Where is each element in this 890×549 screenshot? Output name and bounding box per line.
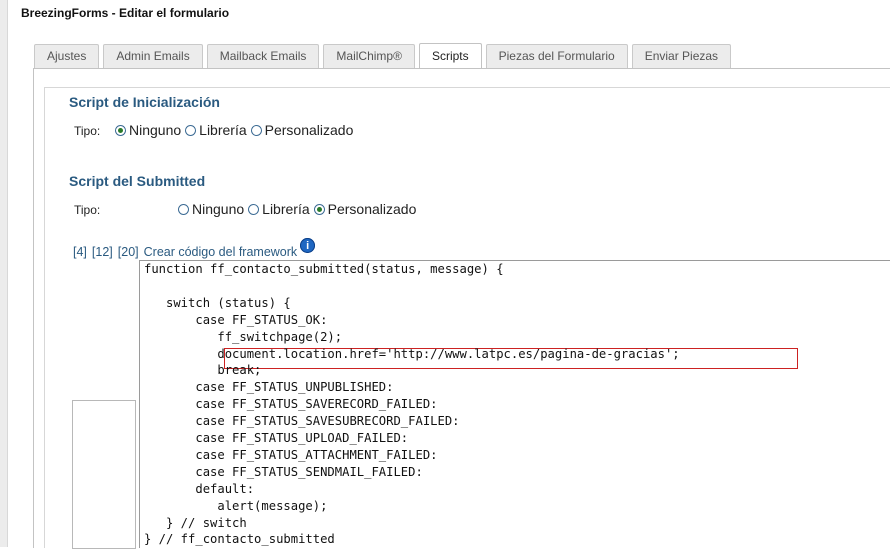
framework-link-20[interactable]: [20]	[118, 245, 139, 259]
submitted-script-title: Script del Submitted	[69, 173, 206, 189]
code-line: case FF_STATUS_SAVESUBRECORD_FAILED:	[144, 414, 460, 429]
init-option-label: Librería	[199, 122, 247, 138]
tab-admin-emails[interactable]: Admin Emails	[103, 44, 203, 68]
submitted-option-ninguno[interactable]: Ninguno	[178, 201, 244, 217]
code-line: case FF_STATUS_UPLOAD_FAILED:	[144, 431, 409, 445]
code-line: case FF_STATUS_SENDMAIL_FAILED:	[144, 464, 423, 479]
submitted-type-label: Tipo:	[74, 203, 101, 217]
tab-enviar-piezas[interactable]: Enviar Piezas	[631, 44, 732, 68]
code-line: function ff_contacto_submitted(status, m…	[144, 262, 504, 276]
init-option-ninguno[interactable]: Ninguno	[115, 122, 181, 138]
code-line: case FF_STATUS_SAVERECORD_FAILED:	[144, 397, 438, 412]
code-line: ff_switchpage(2);	[144, 329, 343, 344]
code-line: } // ff_contacto_submitted	[144, 532, 335, 547]
code-line: default:	[144, 481, 255, 496]
code-line: switch (status) {	[144, 295, 291, 310]
framework-links: [4] [12] [20] Crear código del framework…	[73, 238, 316, 259]
tab-ajustes[interactable]: Ajustes	[34, 44, 100, 68]
init-option-label: Ninguno	[129, 122, 182, 138]
side-box	[72, 400, 136, 549]
info-icon[interactable]: i	[300, 238, 316, 253]
init-option-personalizado[interactable]: Personalizado	[250, 122, 354, 138]
submitted-option-label: Personalizado	[327, 201, 417, 217]
submitted-option-personalizado[interactable]: Personalizado	[313, 201, 417, 217]
code-line: break;	[144, 363, 262, 378]
init-radio-libreria[interactable]	[185, 124, 197, 136]
code-line: case FF_STATUS_UNPUBLISHED:	[144, 380, 394, 395]
create-framework-code-link[interactable]: Crear código del framework	[144, 245, 298, 259]
init-script-title: Script de Inicialización	[69, 94, 220, 110]
init-type-label: Tipo:	[74, 124, 101, 138]
init-option-libreria[interactable]: Librería	[185, 122, 247, 138]
framework-link-12[interactable]: [12]	[92, 245, 113, 259]
submitted-radio-personalizado[interactable]	[313, 203, 325, 215]
code-line: document.location.href='http://www.latpc…	[144, 346, 680, 361]
tab-piezas-del-formulario[interactable]: Piezas del Formulario	[485, 44, 628, 68]
init-option-label: Personalizado	[264, 122, 354, 138]
window-title: BreezingForms - Editar el formulario	[21, 6, 230, 20]
init-radio-personalizado[interactable]	[250, 124, 262, 136]
tab-bar: Ajustes Admin Emails Mailback Emails Mai…	[34, 43, 732, 69]
left-border-strip	[0, 0, 8, 547]
code-line: } // switch	[144, 515, 247, 530]
init-radio-ninguno[interactable]	[115, 124, 126, 136]
init-type-radio-group: Ninguno Librería Personalizado	[115, 122, 357, 138]
submitted-type-radio-group: Ninguno Librería Personalizado	[178, 201, 420, 217]
submitted-option-label: Ninguno	[192, 201, 245, 217]
code-line: alert(message);	[144, 498, 328, 513]
submitted-option-label: Librería	[262, 201, 310, 217]
submitted-option-libreria[interactable]: Librería	[248, 201, 310, 217]
code-line: case FF_STATUS_OK:	[144, 312, 328, 327]
tab-scripts[interactable]: Scripts	[418, 43, 482, 69]
code-editor[interactable]: function ff_contacto_submitted(status, m…	[139, 260, 890, 548]
tab-mailback-emails[interactable]: Mailback Emails	[206, 44, 320, 68]
framework-link-4[interactable]: [4]	[73, 245, 87, 259]
submitted-radio-ninguno[interactable]	[178, 203, 189, 215]
submitted-radio-libreria[interactable]	[248, 203, 260, 215]
tab-mailchimp[interactable]: MailChimp®	[323, 44, 415, 68]
code-line: case FF_STATUS_ATTACHMENT_FAILED:	[144, 447, 438, 462]
